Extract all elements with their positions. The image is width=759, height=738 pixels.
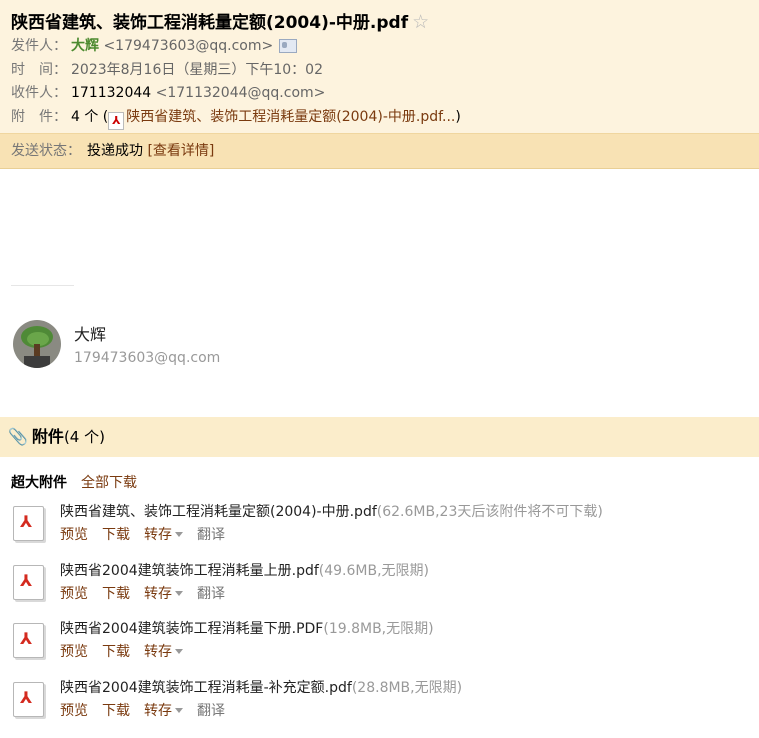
pdf-file-icon[interactable]: ⅄ <box>13 565 46 601</box>
signature-divider <box>11 285 74 286</box>
attachment-filename: 陕西省2004建筑装饰工程消耗量-补充定额.pdf(28.8MB,无限期) <box>60 680 463 696</box>
attachment-link[interactable]: 陕西省建筑、装饰工程消耗量定额(2004)-中册.pdf... <box>126 109 455 125</box>
translate-link[interactable]: 翻译 <box>197 586 225 602</box>
preview-link[interactable]: 预览 <box>60 586 88 602</box>
download-link[interactable]: 下载 <box>102 703 130 719</box>
preview-link[interactable]: 预览 <box>60 644 88 660</box>
attachment-info: (62.6MB,23天后该附件将不可下载) <box>376 504 603 520</box>
mail-header: 陕西省建筑、装饰工程消耗量定额(2004)-中册.pdf ☆ 发件人： 大辉 <17… <box>0 0 759 133</box>
attachments-title: 附件 <box>31 427 64 446</box>
sender-email: <179473603@qq.com> <box>103 38 274 54</box>
download-link[interactable]: 下载 <box>102 586 130 602</box>
pdf-icon: ⅄ <box>108 111 125 130</box>
avatar[interactable] <box>13 320 61 368</box>
chevron-down-icon <box>175 649 183 654</box>
attachment-row: 附 件： 4 个 (⅄ 陕西省建筑、装饰工程消耗量定额(2004)-中册.pdf..… <box>11 106 748 130</box>
save-to-dropdown[interactable]: 转存 <box>144 586 183 602</box>
paperclip-icon: 📎 <box>8 427 28 446</box>
recipient-label: 收件人： <box>11 85 67 101</box>
attachment-info: (49.6MB,无限期) <box>318 563 430 579</box>
pdf-file-icon[interactable]: ⅄ <box>13 506 46 542</box>
signature-email: 179473603@qq.com <box>74 350 221 366</box>
download-link[interactable]: 下载 <box>102 644 130 660</box>
attachment-info: (28.8MB,无限期) <box>351 680 463 696</box>
chevron-down-icon <box>175 532 183 537</box>
subject-text: 陕西省建筑、装饰工程消耗量定额(2004)-中册.pdf <box>11 13 409 33</box>
view-details-link[interactable]: [查看详情] <box>147 143 214 159</box>
send-status-bar: 发送状态： 投递成功 [查看详情] <box>0 133 759 169</box>
save-to-dropdown[interactable]: 转存 <box>144 527 183 543</box>
time-row: 时 间： 2023年8月16日（星期三）下午10：02 <box>11 59 748 83</box>
sender-name[interactable]: 大辉 <box>71 38 99 54</box>
recipient-row: 收件人： 171132044 <171132044@qq.com> <box>11 82 748 106</box>
attachments-count: (4 个) <box>63 428 105 446</box>
chevron-down-icon <box>175 708 183 713</box>
attachment-count: 4 个 ( <box>71 108 109 125</box>
attachment-filename: 陕西省2004建筑装饰工程消耗量上册.pdf(49.6MB,无限期) <box>60 563 430 579</box>
time-label: 时 间： <box>11 61 67 78</box>
attachment-actions: 预览 下载 转存 翻译 <box>60 524 239 544</box>
attachment-item: ⅄ 陕西省2004建筑装饰工程消耗量-补充定额.pdf(28.8MB,无限期) … <box>13 677 753 729</box>
save-to-dropdown[interactable]: 转存 <box>144 644 183 660</box>
status-label: 发送状态： <box>11 143 81 159</box>
attachment-item: ⅄ 陕西省2004建筑装饰工程消耗量上册.pdf(49.6MB,无限期) 预览下… <box>13 560 753 612</box>
status-value: 投递成功 <box>87 143 143 159</box>
attachment-label: 附 件： <box>11 108 67 125</box>
attachment-filename: 陕西省建筑、装饰工程消耗量定额(2004)-中册.pdf(62.6MB,23天后… <box>60 504 603 520</box>
attachment-item: ⅄ 陕西省建筑、装饰工程消耗量定额(2004)-中册.pdf(62.6MB,23… <box>13 501 753 553</box>
download-link[interactable]: 下载 <box>102 527 130 543</box>
pdf-file-icon[interactable]: ⅄ <box>13 623 46 659</box>
recipient-name[interactable]: 171132044 <box>71 85 151 101</box>
attachment-actions: 预览 下载 转存 翻译 <box>60 700 239 720</box>
super-attachments-bar: 超大附件 全部下载 <box>11 472 137 492</box>
star-icon[interactable]: ☆ <box>412 11 429 33</box>
attachments-header: 📎 附件(4 个) <box>0 417 759 457</box>
attachment-filename: 陕西省2004建筑装饰工程消耗量下册.PDF(19.8MB,无限期) <box>60 621 434 637</box>
attachment-actions: 预览 下载 转存 <box>60 641 211 661</box>
attachment-actions: 预览 下载 转存 翻译 <box>60 583 239 603</box>
download-all-link[interactable]: 全部下载 <box>81 475 137 491</box>
super-attachments-label: 超大附件 <box>11 475 67 491</box>
contact-card-icon[interactable] <box>279 39 298 53</box>
sender-row: 发件人： 大辉 <179473603@qq.com> <box>11 35 748 59</box>
attachment-close: ) <box>455 108 461 125</box>
pdf-file-icon[interactable]: ⅄ <box>13 682 46 718</box>
attachment-item: ⅄ 陕西省2004建筑装饰工程消耗量下册.PDF(19.8MB,无限期) 预览下… <box>13 618 753 670</box>
signature-name: 大辉 <box>74 325 107 344</box>
time-value: 2023年8月16日（星期三）下午10：02 <box>71 61 323 78</box>
chevron-down-icon <box>175 591 183 596</box>
translate-link[interactable]: 翻译 <box>197 527 225 543</box>
attachment-info: (19.8MB,无限期) <box>323 621 434 637</box>
preview-link[interactable]: 预览 <box>60 703 88 719</box>
preview-link[interactable]: 预览 <box>60 527 88 543</box>
translate-link[interactable]: 翻译 <box>197 703 225 719</box>
mail-subject: 陕西省建筑、装饰工程消耗量定额(2004)-中册.pdf ☆ <box>11 9 748 35</box>
save-to-dropdown[interactable]: 转存 <box>144 703 183 719</box>
recipient-email: <171132044@qq.com> <box>155 85 326 101</box>
sender-label: 发件人： <box>11 38 67 54</box>
